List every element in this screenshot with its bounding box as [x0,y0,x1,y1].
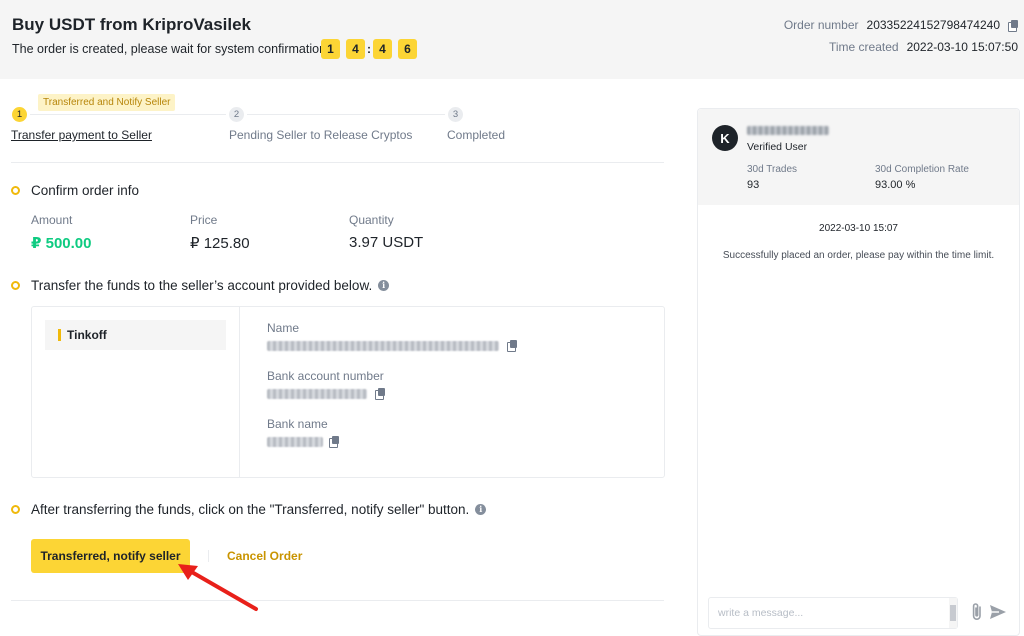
order-status-text: The order is created, please wait for sy… [12,42,330,56]
copy-icon[interactable] [375,388,385,400]
notify-section-label: After transferring the funds, click on t… [31,502,470,517]
completion-rate-value: 93.00 % [875,179,916,191]
transferred-notify-seller-button[interactable]: Transferred, notify seller [31,539,190,573]
amount-value: ₽ 500.00 [31,235,92,252]
button-separator [208,550,209,562]
payment-method-marker [58,329,61,341]
countdown-timer: 1 4 : 4 6 [321,39,417,59]
chat-message-input[interactable] [708,597,958,629]
account-number-redacted [267,389,367,399]
step-connector [247,114,445,115]
page-title: Buy USDT from KriproVasilek [12,15,252,34]
time-created: 2022-03-10 15:07:50 [906,40,1018,54]
timer-digit: 6 [398,39,417,59]
input-scrollbar[interactable] [949,598,957,628]
paperclip-icon[interactable] [970,601,984,623]
quantity-label: Quantity [349,213,394,227]
divider [11,600,664,601]
section-marker [11,505,20,514]
step-1-label[interactable]: Transfer payment to Seller [11,128,152,142]
notify-section-title: After transferring the funds, click on t… [31,502,487,517]
order-header: Buy USDT from KriproVasilek The order is… [0,0,1024,79]
verified-badge: Verified User [747,141,808,153]
payment-method-name: Tinkoff [67,328,107,342]
step-2-label: Pending Seller to Release Cryptos [229,128,413,142]
step-connector [30,114,226,115]
bank-name-redacted [267,437,323,447]
confirm-section-title: Confirm order info [31,183,139,198]
completion-rate-label: 30d Completion Rate [875,164,969,175]
info-icon[interactable]: i [475,504,487,515]
amount-label: Amount [31,213,73,227]
divider [11,162,664,163]
time-created-row: Time created 2022-03-10 15:07:50 [829,40,1018,54]
step-3-label: Completed [447,128,506,142]
price-value: ₽ 125.80 [190,235,250,252]
timer-separator: : [367,42,371,56]
current-step-tag: Transferred and Notify Seller [38,94,176,111]
account-number-label: Bank account number [267,369,384,383]
step-3-indicator: 3 [448,107,463,122]
transfer-section-title: Transfer the funds to the seller’s accou… [31,278,390,293]
account-name-redacted [267,341,499,351]
trades-value: 93 [747,179,760,191]
chat-header: K Verified User 30d Trades 93 30d Comple… [698,109,1019,205]
section-marker [11,281,20,290]
counterparty-name-redacted [747,126,829,135]
annotation-arrow-icon [178,564,258,611]
system-message: Successfully placed an order, please pay… [722,250,995,261]
confirm-section-label: Confirm order info [31,183,140,198]
copy-icon[interactable] [329,436,339,448]
time-created-label: Time created [828,40,899,54]
copy-icon[interactable] [507,340,517,352]
send-icon[interactable] [989,604,1007,620]
timer-digit: 4 [373,39,392,59]
order-number-row: Order number 20335224152798474240 [784,18,1018,32]
step-2-indicator: 2 [229,107,244,122]
step-1-indicator: 1 [12,107,27,122]
price-label: Price [190,213,218,227]
cancel-order-button[interactable]: Cancel Order [227,549,302,563]
order-number: 20335224152798474240 [866,18,1000,32]
payment-panel-divider [239,306,240,478]
avatar: K [712,125,738,151]
chat-panel: K Verified User 30d Trades 93 30d Comple… [697,108,1020,636]
chat-timestamp: 2022-03-10 15:07 [819,223,898,234]
timer-digit: 4 [346,39,365,59]
trades-label: 30d Trades [747,164,798,175]
order-number-label: Order number [783,18,859,32]
section-marker [11,186,20,195]
info-icon[interactable]: i [378,280,390,291]
account-name-label: Name [267,321,300,335]
quantity-value: 3.97 USDT [349,234,424,251]
transfer-section-label: Transfer the funds to the seller’s accou… [31,278,373,293]
bank-name-label: Bank name [267,417,328,431]
timer-digit: 1 [321,39,340,59]
copy-icon[interactable] [1008,19,1018,32]
